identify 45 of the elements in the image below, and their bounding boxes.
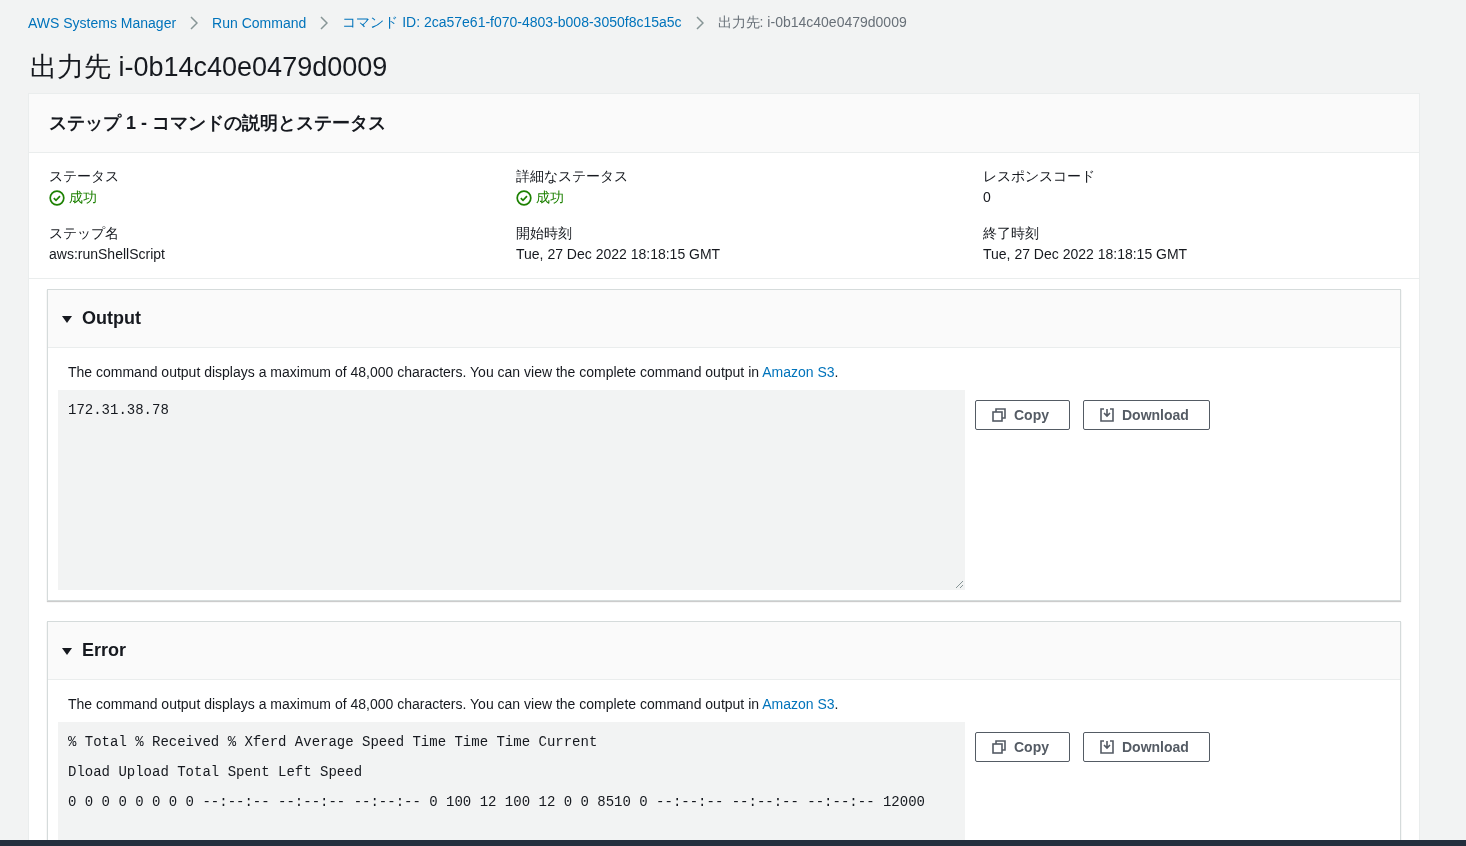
check-circle-icon <box>516 190 532 206</box>
section-toggle[interactable]: Output <box>62 308 141 329</box>
amazon-s3-link[interactable]: Amazon S3 <box>762 364 835 380</box>
field-label: 開始時刻 <box>516 225 573 243</box>
copy-icon <box>992 408 1006 422</box>
field-label: 詳細なステータス <box>516 168 629 186</box>
page-title: 出力先 i-0b14c40e0479d0009 <box>29 51 389 84</box>
breadcrumb-link[interactable]: Run Command <box>212 15 307 31</box>
output-line: % Total % Received % Xferd Average Speed Time Time Time Current <box>68 733 599 752</box>
field-label: ステータス <box>49 168 120 186</box>
download-button[interactable]: Download <box>1083 732 1210 762</box>
breadcrumb-current: 出力先: i-0b14c40e0479d0009 <box>717 14 907 32</box>
caret-icon <box>62 313 72 324</box>
field-label: 終了時刻 <box>983 225 1040 243</box>
card-title: ステップ 1 - コマンドの説明とステータス <box>49 112 387 135</box>
check-circle-icon <box>49 190 65 206</box>
output-line: Dload Upload Total Spent Left Speed <box>68 763 364 782</box>
output-note: The command output displays a maximum of 48,000 characters. You can view the complete command output in Amazon S3. <box>68 696 840 712</box>
download-icon <box>1100 740 1114 754</box>
output-textarea[interactable]: 172.31.38.78 <box>58 390 965 590</box>
section-toggle[interactable]: Error <box>62 640 126 661</box>
download-button[interactable]: Download <box>1083 400 1210 430</box>
field-value: Tue, 27 Dec 2022 18:18:15 GMT <box>983 246 1189 262</box>
chevron-right-icon <box>190 16 199 30</box>
breadcrumb-link[interactable]: AWS Systems Manager <box>28 15 177 31</box>
output-line: 0 0 0 0 0 0 0 0 --:--:-- --:--:-- --:--:-- 0 100 12 100 12 0 0 8510 0 --:--:-- --:--:-- --:--:-- 12000 <box>68 793 926 812</box>
download-icon <box>1100 408 1114 422</box>
field-label: ステップ名 <box>49 225 120 243</box>
caret-icon <box>62 645 72 656</box>
chevron-right-icon <box>320 16 329 30</box>
copy-button[interactable]: Copy <box>975 400 1070 430</box>
breadcrumb-link[interactable]: コマンド ID: 2ca57e61-f070-4803-b008-3050f8c15a5c <box>342 14 682 32</box>
field-value: aws:runShellScript <box>49 246 166 262</box>
copy-icon <box>992 740 1006 754</box>
amazon-s3-link[interactable]: Amazon S3 <box>762 696 835 712</box>
output-line: 172.31.38.78 <box>68 401 170 420</box>
copy-button[interactable]: Copy <box>975 732 1070 762</box>
field-value: 0 <box>983 189 992 205</box>
field-value: Tue, 27 Dec 2022 18:18:15 GMT <box>516 246 722 262</box>
status-text: 成功 <box>69 189 97 207</box>
resize-handle-icon[interactable] <box>955 580 963 588</box>
output-note: The command output displays a maximum of 48,000 characters. You can view the complete command output in Amazon S3. <box>68 364 840 380</box>
status-text: 成功 <box>536 189 564 207</box>
chevron-right-icon <box>695 16 704 30</box>
field-label: レスポンスコード <box>983 168 1096 186</box>
